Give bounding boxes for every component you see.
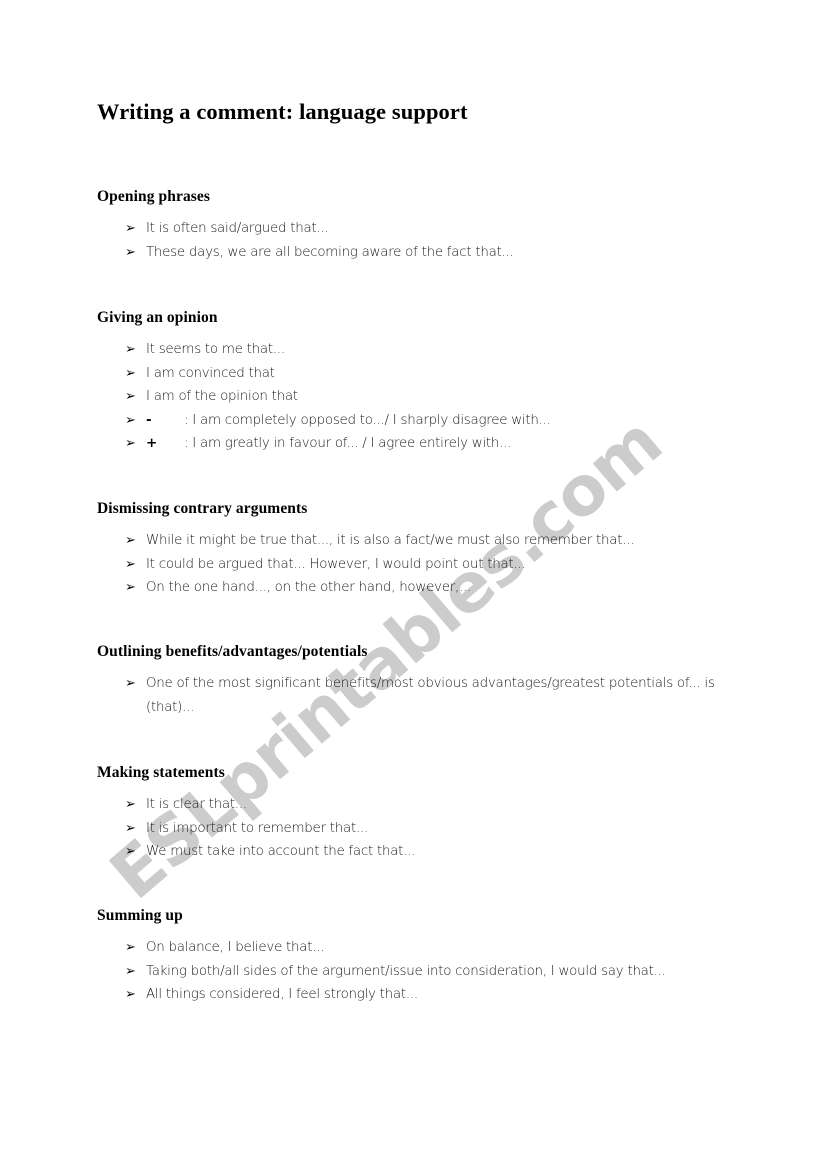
list-item-text: It is important to remember that... (146, 820, 369, 836)
list-item: ➢ It seems to me that... (97, 338, 551, 362)
list-item-text: It could be argued that... However, I wo… (146, 556, 526, 572)
bullet-list: ➢ While it might be true that..., it is … (97, 529, 634, 600)
arrow-bullet-icon: ➢ (125, 412, 136, 428)
bullet-list: ➢ It is clear that... ➢ It is important … (97, 793, 415, 864)
bullet-list: ➢ It seems to me that... ➢ I am convince… (97, 338, 551, 456)
arrow-bullet-icon: ➢ (125, 342, 136, 357)
list-item: ➢ One of the most significant benefits/m… (97, 672, 756, 719)
section-outlining-benefits: Outlining benefits/advantages/potentials… (97, 643, 756, 719)
section-heading: Outlining benefits/advantages/potentials (97, 643, 368, 660)
list-item-text: While it might be true that..., it is al… (146, 533, 635, 548)
section-dismissing-contrary-arguments: Dismissing contrary arguments ➢ While it… (97, 500, 634, 600)
arrow-bullet-icon: ➢ (125, 676, 136, 691)
bullet-list: ➢ It is often said/argued that... ➢ Thes… (97, 217, 514, 264)
arrow-bullet-icon: ➢ (125, 987, 136, 1002)
list-item: ➢ + : I am greatly in favour of... / I a… (97, 432, 551, 456)
section-heading: Dismissing contrary arguments (97, 500, 308, 517)
list-item: ➢ We must take into account the fact tha… (97, 840, 415, 864)
list-item-text: : I am completely opposed to.../ I sharp… (184, 412, 551, 428)
arrow-bullet-icon: ➢ (125, 844, 136, 859)
arrow-bullet-icon: ➢ (125, 797, 136, 812)
section-heading: Making statements (97, 764, 225, 781)
list-item: ➢ - : I am completely opposed to.../ I s… (97, 409, 551, 433)
section-summing-up: Summing up ➢ On balance, I believe that.… (97, 907, 666, 1007)
arrow-bullet-icon: ➢ (125, 389, 136, 404)
arrow-bullet-icon: ➢ (125, 820, 136, 836)
list-item: ➢ While it might be true that..., it is … (97, 529, 634, 553)
list-item-text: I am of the opinion that (146, 389, 298, 404)
list-item-text: Taking both/all sides of the argument/is… (146, 963, 666, 979)
section-opening-phrases: Opening phrases ➢ It is often said/argue… (97, 188, 514, 264)
arrow-bullet-icon: ➢ (125, 221, 136, 236)
arrow-bullet-icon: ➢ (125, 244, 136, 260)
arrow-bullet-icon: ➢ (125, 365, 136, 381)
list-item: ➢ It could be argued that... However, I … (97, 553, 634, 577)
section-heading: Summing up (97, 907, 183, 924)
list-item: ➢ It is clear that... (97, 793, 415, 817)
list-item-text: : I am greatly in favour of... / I agree… (184, 436, 512, 451)
list-item: ➢ On balance, I believe that... (97, 936, 666, 960)
section-making-statements: Making statements ➢ It is clear that... … (97, 764, 415, 864)
bullet-list: ➢ One of the most significant benefits/m… (97, 672, 756, 719)
list-item: ➢ On the one hand..., on the other hand,… (97, 576, 634, 600)
list-item: ➢ These days, we are all becoming aware … (97, 241, 514, 265)
list-item-text: It is often said/argued that... (146, 221, 329, 236)
list-item-text: On the one hand..., on the other hand, h… (146, 580, 472, 595)
worksheet-page: ESLprintables.com Writing a comment: lan… (0, 0, 826, 1169)
list-item: ➢ It is important to remember that... (97, 817, 415, 841)
list-item-text: It seems to me that... (146, 342, 285, 357)
list-item-text: We must take into account the fact that.… (146, 844, 416, 859)
arrow-bullet-icon: ➢ (125, 556, 136, 572)
list-item-text: One of the most significant benefits/mos… (146, 676, 715, 715)
list-item-text: These days, we are all becoming aware of… (146, 244, 514, 260)
list-item: ➢ All things considered, I feel strongly… (97, 983, 666, 1007)
list-item: ➢ It is often said/argued that... (97, 217, 514, 241)
list-item: ➢ I am of the opinion that (97, 385, 551, 409)
arrow-bullet-icon: ➢ (125, 533, 136, 548)
section-giving-an-opinion: Giving an opinion ➢ It seems to me that.… (97, 309, 551, 456)
list-item-text: It is clear that... (146, 797, 247, 812)
positive-sign-marker: + (146, 435, 158, 451)
list-item: ➢ I am convinced that (97, 362, 551, 386)
section-heading: Giving an opinion (97, 309, 218, 326)
list-item: ➢ Taking both/all sides of the argument/… (97, 960, 666, 984)
list-item-text: I am convinced that (146, 365, 275, 381)
arrow-bullet-icon: ➢ (125, 436, 136, 451)
arrow-bullet-icon: ➢ (125, 580, 136, 595)
bullet-list: ➢ On balance, I believe that... ➢ Taking… (97, 936, 666, 1007)
negative-sign-marker: - (146, 411, 152, 428)
list-item-text: All things considered, I feel strongly t… (146, 987, 418, 1002)
arrow-bullet-icon: ➢ (125, 940, 136, 955)
arrow-bullet-icon: ➢ (125, 963, 136, 979)
page-title: Writing a comment: language support (97, 99, 468, 124)
list-item-text: On balance, I believe that... (146, 940, 325, 955)
section-heading: Opening phrases (97, 188, 211, 205)
